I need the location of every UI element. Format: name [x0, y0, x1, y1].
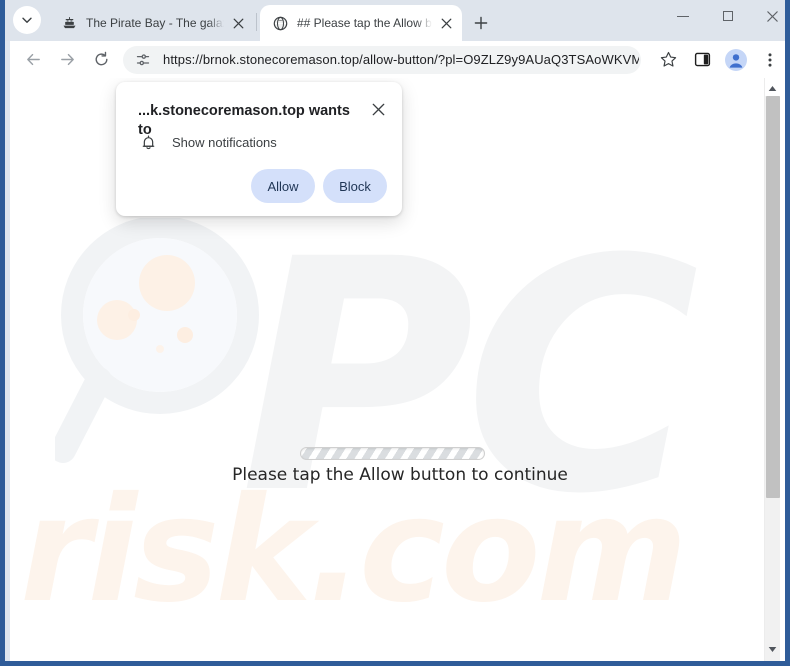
minimize-button[interactable] [660, 0, 705, 32]
minimize-icon [676, 15, 689, 17]
address-bar[interactable]: https://brnok.stonecoremason.top/allow-b… [123, 45, 641, 74]
tab-separator [256, 13, 257, 31]
scroll-down-button[interactable] [765, 641, 780, 657]
caret-up-icon [768, 85, 777, 91]
permission-dialog-close-button[interactable] [365, 96, 391, 122]
globe-icon [272, 15, 288, 31]
scrollbar-thumb[interactable] [766, 96, 780, 498]
bookmark-button[interactable] [654, 46, 682, 74]
new-tab-button[interactable] [468, 10, 494, 36]
three-dots-icon [768, 52, 772, 67]
close-icon [372, 103, 384, 115]
maximize-icon [722, 11, 733, 21]
page-message: Please tap the Allow button to continue [232, 465, 568, 485]
allow-button[interactable]: Allow [251, 169, 315, 203]
block-button[interactable]: Block [323, 169, 387, 203]
forward-button[interactable] [53, 46, 81, 74]
window-controls [660, 0, 785, 41]
plus-icon [474, 16, 488, 30]
close-window-button[interactable] [750, 0, 785, 32]
tab-pirate-bay[interactable]: The Pirate Bay - The galaxy's m [49, 5, 254, 41]
notification-permission-dialog: ...k.stonecoremason.top wants to Show no… [116, 82, 402, 216]
tab-strip: The Pirate Bay - The galaxy's m [5, 0, 785, 41]
back-button[interactable] [19, 46, 47, 74]
reload-icon [95, 51, 107, 66]
scroll-up-button[interactable] [765, 80, 780, 96]
browser-window: The Pirate Bay - The galaxy's m [0, 0, 790, 666]
bell-icon [138, 132, 158, 152]
tab-search-button[interactable] [13, 6, 41, 34]
reload-button[interactable] [87, 46, 115, 74]
close-icon [441, 18, 451, 28]
site-info-icon[interactable] [133, 50, 153, 70]
permission-row-label: Show notifications [172, 134, 277, 150]
chevron-down-icon [22, 17, 32, 23]
close-icon [233, 18, 243, 28]
tab-close-button[interactable] [228, 13, 248, 33]
loading-progress-bar [300, 447, 485, 460]
tab-close-button[interactable] [436, 13, 456, 33]
arrow-right-icon [60, 53, 74, 66]
url-text: https://brnok.stonecoremason.top/allow-b… [163, 52, 639, 67]
avatar-icon [725, 48, 747, 71]
pirate-ship-icon [61, 15, 77, 31]
tab-allow-button[interactable]: ## Please tap the Allow button [260, 5, 462, 41]
side-panel-icon [694, 52, 710, 67]
profile-button[interactable] [722, 46, 750, 74]
close-icon [767, 10, 778, 22]
page-viewport: PC risk.com Please tap the Allow button … [10, 78, 785, 661]
toolbar-right-actions [645, 46, 785, 74]
browser-toolbar: https://brnok.stonecoremason.top/allow-b… [10, 41, 785, 78]
permission-row: Show notifications [138, 132, 277, 152]
permission-dialog-actions: Allow Block [251, 169, 387, 203]
side-panel-button[interactable] [688, 46, 716, 74]
arrow-left-icon [26, 53, 40, 66]
chrome-menu-button[interactable] [756, 46, 784, 74]
maximize-button[interactable] [705, 0, 750, 32]
caret-down-icon [768, 646, 777, 652]
star-icon [660, 51, 676, 67]
tab-title: The Pirate Bay - The galaxy's m [86, 16, 224, 30]
vertical-scrollbar[interactable] [764, 78, 780, 661]
tab-title: ## Please tap the Allow button [297, 16, 432, 30]
